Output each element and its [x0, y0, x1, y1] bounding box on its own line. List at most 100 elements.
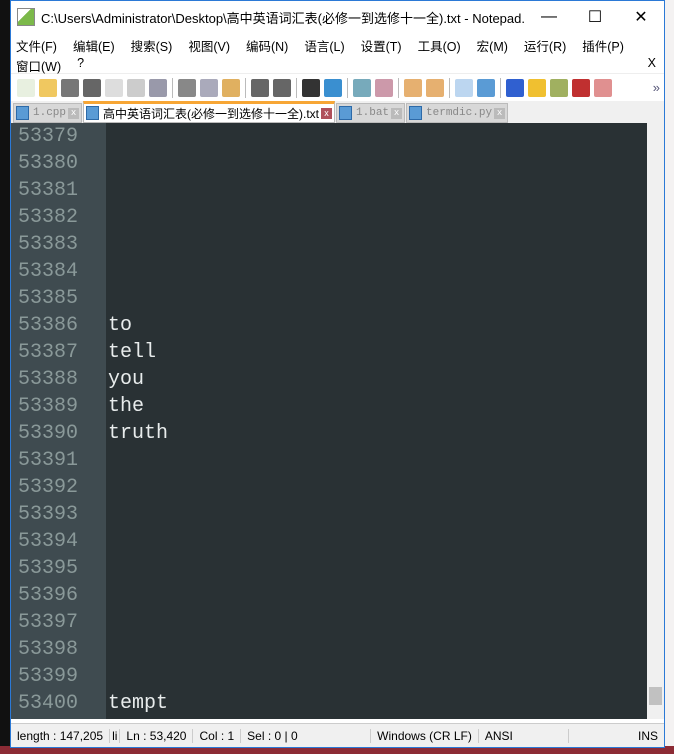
toolbar-separator — [449, 77, 450, 98]
editor-line: 53397 — [11, 609, 651, 636]
tab-1[interactable]: 高中英语词汇表(必修一到选修十一全).txt x — [83, 101, 336, 123]
toolbar-separator — [398, 77, 399, 98]
line-text — [106, 503, 108, 526]
redo-icon[interactable] — [273, 78, 291, 97]
line-text — [106, 557, 108, 580]
close-tab-icon[interactable]: x — [494, 107, 506, 119]
tab-3[interactable]: termdic.py x — [406, 103, 509, 123]
file-icon — [339, 106, 353, 120]
background-left — [0, 0, 10, 754]
status-encoding[interactable]: ANSI — [479, 728, 569, 743]
menu-item[interactable]: 窗口(W) — [13, 53, 65, 74]
editor-line: 53387 tell — [11, 339, 651, 366]
close-icon[interactable] — [105, 78, 123, 97]
notepad-window: C:\Users\Administrator\Desktop\高中英语词汇表(必… — [10, 0, 665, 748]
menu-close-button[interactable]: X — [645, 53, 660, 73]
tab-0[interactable]: 1.cpp x — [13, 103, 83, 123]
zoom-out-icon[interactable] — [375, 78, 393, 97]
background-right — [664, 0, 674, 754]
title-bar: C:\Users\Administrator\Desktop\高中英语词汇表(必… — [11, 1, 664, 33]
replace-icon[interactable] — [324, 78, 342, 97]
menu-item[interactable]: 编码(N) — [243, 33, 292, 54]
close-button[interactable]: ✕ — [618, 7, 664, 27]
find-icon[interactable] — [302, 78, 320, 97]
line-text — [106, 233, 108, 256]
show-all-chars-icon[interactable] — [477, 78, 495, 97]
tab-2[interactable]: 1.bat x — [336, 103, 406, 123]
editor-line: 53382 — [11, 204, 651, 231]
line-number: 53394 — [18, 530, 79, 553]
line-number: 53392 — [18, 476, 79, 499]
line-text: to — [108, 314, 133, 337]
toolbar-separator — [500, 77, 501, 98]
file-icon — [16, 106, 29, 120]
close-all-icon[interactable] — [127, 78, 145, 97]
close-tab-icon[interactable]: x — [391, 107, 403, 119]
print-icon[interactable] — [149, 78, 167, 97]
editor-line: 53384 — [11, 258, 651, 285]
function-list-icon[interactable] — [572, 78, 590, 97]
line-text — [106, 206, 108, 229]
toolbar-overflow-button[interactable]: » — [653, 80, 660, 95]
cut-icon[interactable] — [178, 78, 196, 97]
paste-icon[interactable] — [222, 78, 240, 97]
doc-map-icon[interactable] — [550, 78, 568, 97]
toolbar-separator — [296, 77, 297, 98]
minimize-button[interactable]: — — [526, 8, 572, 26]
close-tab-icon[interactable]: x — [68, 107, 80, 119]
menu-bar: 文件(F) 编辑(E) 搜索(S) 视图(V) 编码(N) 语言(L) 设置(T) 工具(O)… — [11, 33, 664, 74]
folder-workspace-icon[interactable] — [594, 78, 612, 97]
menu-item[interactable]: 搜索(S) — [128, 33, 177, 54]
editor[interactable]: 53379 53380 53381 53382 53383 53384 53385 53386… — [11, 123, 664, 719]
save-all-icon[interactable] — [83, 78, 101, 97]
editor-line: 53386 to — [11, 312, 651, 339]
menu-item[interactable]: 文件(F) — [13, 33, 61, 54]
menu-item[interactable]: 运行(R) — [521, 33, 570, 54]
line-number: 53396 — [18, 584, 79, 607]
line-number: 53400 — [18, 692, 79, 715]
new-icon[interactable] — [17, 78, 35, 97]
menu-item[interactable]: 语言(L) — [301, 33, 348, 54]
open-icon[interactable] — [39, 78, 57, 97]
line-number: 53393 — [18, 503, 79, 526]
maximize-button[interactable]: ☐ — [572, 7, 618, 27]
copy-icon[interactable] — [200, 78, 218, 97]
menu-item[interactable]: 设置(T) — [358, 33, 406, 54]
menu-item[interactable]: 插件(P) — [579, 33, 628, 54]
status-line: Ln : 53,420 — [120, 728, 194, 743]
indent-guide-icon[interactable] — [506, 78, 524, 97]
tab-label: 1.bat — [356, 107, 390, 119]
undo-icon[interactable] — [251, 78, 269, 97]
menu-item[interactable]: 宏(M) — [474, 33, 512, 54]
file-icon — [86, 106, 100, 120]
line-number: 53390 — [18, 422, 79, 445]
tab-label: 1.cpp — [33, 107, 67, 119]
zoom-in-icon[interactable] — [353, 78, 371, 97]
editor-line: 53379 — [11, 123, 651, 150]
close-tab-icon[interactable]: x — [321, 107, 333, 119]
menu-item[interactable]: ? — [74, 53, 88, 73]
sync-h-icon[interactable] — [426, 78, 444, 97]
line-number: 53383 — [18, 233, 79, 256]
menu-item[interactable]: 视图(V) — [185, 33, 234, 54]
menu-item[interactable]: 工具(O) — [415, 33, 465, 54]
line-number: 53391 — [18, 449, 79, 472]
line-text — [106, 476, 108, 499]
line-number: 53384 — [18, 260, 79, 283]
toolbar-separator — [245, 77, 246, 98]
define-language-icon[interactable] — [528, 78, 546, 97]
line-text: the — [108, 395, 145, 418]
sync-v-icon[interactable] — [404, 78, 422, 97]
editor-line: 53388 you — [11, 366, 651, 393]
status-eol[interactable]: Windows (CR LF) — [371, 728, 479, 743]
editor-line: 53390 truth — [11, 420, 651, 447]
line-text: tempt — [108, 692, 169, 715]
word-wrap-icon[interactable] — [455, 78, 473, 97]
line-number: 53382 — [18, 206, 79, 229]
line-number: 53398 — [18, 638, 79, 661]
line-text — [106, 449, 108, 472]
editor-line: 53396 — [11, 582, 651, 609]
menu-item[interactable]: 编辑(E) — [70, 33, 119, 54]
save-icon[interactable] — [61, 78, 79, 97]
line-text — [106, 638, 108, 661]
